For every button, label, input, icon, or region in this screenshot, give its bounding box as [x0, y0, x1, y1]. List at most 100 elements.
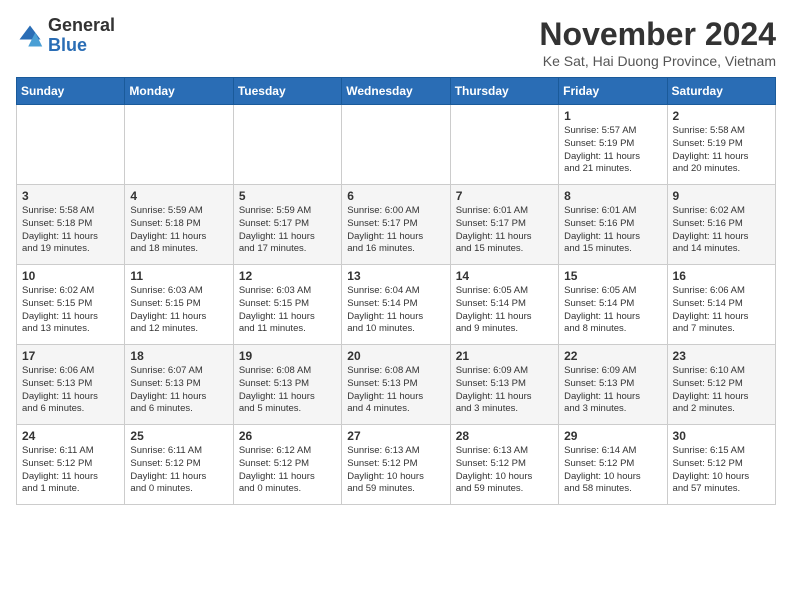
- logo-icon: [16, 22, 44, 50]
- calendar-cell: 26 Sunrise: 6:12 AM Sunset: 5:12 PM Dayli…: [233, 425, 341, 505]
- day-info: Sunrise: 6:14 AM Sunset: 5:12 PM Dayligh…: [564, 445, 661, 496]
- day-info: Sunrise: 6:15 AM Sunset: 5:12 PM Dayligh…: [673, 445, 770, 496]
- day-info: Sunrise: 6:12 AM Sunset: 5:12 PM Dayligh…: [239, 445, 336, 496]
- day-info: Sunrise: 6:03 AM Sunset: 5:15 PM Dayligh…: [130, 285, 227, 336]
- calendar-day-header: Monday: [125, 78, 233, 105]
- day-info: Sunrise: 6:02 AM Sunset: 5:16 PM Dayligh…: [673, 205, 770, 256]
- calendar-cell: 11 Sunrise: 6:03 AM Sunset: 5:15 PM Dayli…: [125, 265, 233, 345]
- calendar-cell: 27 Sunrise: 6:13 AM Sunset: 5:12 PM Dayli…: [342, 425, 450, 505]
- calendar-cell: 23Sunrise: 6:10 AM Sunset: 5:12 PM Dayli…: [667, 345, 775, 425]
- title-block: November 2024 Ke Sat, Hai Duong Province…: [539, 16, 776, 69]
- calendar-day-header: Wednesday: [342, 78, 450, 105]
- day-info: Sunrise: 6:13 AM Sunset: 5:12 PM Dayligh…: [456, 445, 553, 496]
- calendar-cell: 20 Sunrise: 6:08 AM Sunset: 5:13 PM Dayli…: [342, 345, 450, 425]
- day-info: Sunrise: 6:08 AM Sunset: 5:13 PM Dayligh…: [239, 365, 336, 416]
- calendar-cell: [450, 105, 558, 185]
- calendar-day-header: Friday: [559, 78, 667, 105]
- calendar-cell: 12 Sunrise: 6:03 AM Sunset: 5:15 PM Dayli…: [233, 265, 341, 345]
- calendar-cell: [233, 105, 341, 185]
- calendar-cell: 16Sunrise: 6:06 AM Sunset: 5:14 PM Dayli…: [667, 265, 775, 345]
- calendar-cell: 8 Sunrise: 6:01 AM Sunset: 5:16 PM Daylig…: [559, 185, 667, 265]
- calendar-cell: 5 Sunrise: 5:59 AM Sunset: 5:17 PM Daylig…: [233, 185, 341, 265]
- calendar-day-header: Sunday: [17, 78, 125, 105]
- logo-blue-text: Blue: [48, 35, 87, 55]
- calendar-cell: 19 Sunrise: 6:08 AM Sunset: 5:13 PM Dayli…: [233, 345, 341, 425]
- calendar-cell: 17 Sunrise: 6:06 AM Sunset: 5:13 PM Dayli…: [17, 345, 125, 425]
- calendar-cell: 4 Sunrise: 5:59 AM Sunset: 5:18 PM Daylig…: [125, 185, 233, 265]
- day-info: Sunrise: 6:04 AM Sunset: 5:14 PM Dayligh…: [347, 285, 444, 336]
- calendar-cell: 13 Sunrise: 6:04 AM Sunset: 5:14 PM Dayli…: [342, 265, 450, 345]
- calendar-week-row: 1Sunrise: 5:57 AM Sunset: 5:19 PM Daylig…: [17, 105, 776, 185]
- calendar-week-row: 10Sunrise: 6:02 AM Sunset: 5:15 PM Dayli…: [17, 265, 776, 345]
- day-info: Sunrise: 6:08 AM Sunset: 5:13 PM Dayligh…: [347, 365, 444, 416]
- day-number: 13: [347, 269, 444, 283]
- day-info: Sunrise: 5:57 AM Sunset: 5:19 PM Dayligh…: [564, 125, 661, 176]
- calendar-cell: 2 Sunrise: 5:58 AM Sunset: 5:19 PM Daylig…: [667, 105, 775, 185]
- day-info: Sunrise: 6:00 AM Sunset: 5:17 PM Dayligh…: [347, 205, 444, 256]
- calendar-cell: 22Sunrise: 6:09 AM Sunset: 5:13 PM Dayli…: [559, 345, 667, 425]
- day-info: Sunrise: 6:01 AM Sunset: 5:16 PM Dayligh…: [564, 205, 661, 256]
- logo: General Blue: [16, 16, 115, 56]
- calendar-week-row: 24 Sunrise: 6:11 AM Sunset: 5:12 PM Dayli…: [17, 425, 776, 505]
- calendar-cell: 14 Sunrise: 6:05 AM Sunset: 5:14 PM Dayli…: [450, 265, 558, 345]
- day-info: Sunrise: 6:05 AM Sunset: 5:14 PM Dayligh…: [456, 285, 553, 336]
- day-number: 2: [673, 109, 770, 123]
- calendar-cell: 9Sunrise: 6:02 AM Sunset: 5:16 PM Daylig…: [667, 185, 775, 265]
- calendar-cell: 29 Sunrise: 6:14 AM Sunset: 5:12 PM Dayli…: [559, 425, 667, 505]
- calendar-cell: 18Sunrise: 6:07 AM Sunset: 5:13 PM Dayli…: [125, 345, 233, 425]
- day-number: 20: [347, 349, 444, 363]
- calendar-cell: [125, 105, 233, 185]
- calendar-table: SundayMondayTuesdayWednesdayThursdayFrid…: [16, 77, 776, 505]
- day-info: Sunrise: 6:10 AM Sunset: 5:12 PM Dayligh…: [673, 365, 770, 416]
- calendar-week-row: 17 Sunrise: 6:06 AM Sunset: 5:13 PM Dayli…: [17, 345, 776, 425]
- day-number: 19: [239, 349, 336, 363]
- day-number: 15: [564, 269, 661, 283]
- calendar-cell: 1Sunrise: 5:57 AM Sunset: 5:19 PM Daylig…: [559, 105, 667, 185]
- calendar-day-header: Tuesday: [233, 78, 341, 105]
- calendar-week-row: 3Sunrise: 5:58 AM Sunset: 5:18 PM Daylig…: [17, 185, 776, 265]
- calendar-day-header: Saturday: [667, 78, 775, 105]
- day-number: 5: [239, 189, 336, 203]
- day-info: Sunrise: 6:09 AM Sunset: 5:13 PM Dayligh…: [564, 365, 661, 416]
- day-info: Sunrise: 5:59 AM Sunset: 5:17 PM Dayligh…: [239, 205, 336, 256]
- day-number: 29: [564, 429, 661, 443]
- day-number: 27: [347, 429, 444, 443]
- day-number: 8: [564, 189, 661, 203]
- calendar-cell: 28 Sunrise: 6:13 AM Sunset: 5:12 PM Dayli…: [450, 425, 558, 505]
- day-info: Sunrise: 5:58 AM Sunset: 5:19 PM Dayligh…: [673, 125, 770, 176]
- day-number: 14: [456, 269, 553, 283]
- calendar-cell: 10Sunrise: 6:02 AM Sunset: 5:15 PM Dayli…: [17, 265, 125, 345]
- day-info: Sunrise: 6:05 AM Sunset: 5:14 PM Dayligh…: [564, 285, 661, 336]
- location: Ke Sat, Hai Duong Province, Vietnam: [539, 53, 776, 69]
- day-info: Sunrise: 6:03 AM Sunset: 5:15 PM Dayligh…: [239, 285, 336, 336]
- day-info: Sunrise: 6:02 AM Sunset: 5:15 PM Dayligh…: [22, 285, 119, 336]
- day-info: Sunrise: 6:13 AM Sunset: 5:12 PM Dayligh…: [347, 445, 444, 496]
- calendar-cell: 21 Sunrise: 6:09 AM Sunset: 5:13 PM Dayli…: [450, 345, 558, 425]
- day-number: 4: [130, 189, 227, 203]
- day-info: Sunrise: 6:09 AM Sunset: 5:13 PM Dayligh…: [456, 365, 553, 416]
- calendar-cell: [342, 105, 450, 185]
- day-number: 11: [130, 269, 227, 283]
- day-info: Sunrise: 5:59 AM Sunset: 5:18 PM Dayligh…: [130, 205, 227, 256]
- day-number: 25: [130, 429, 227, 443]
- day-info: Sunrise: 6:11 AM Sunset: 5:12 PM Dayligh…: [130, 445, 227, 496]
- day-info: Sunrise: 6:06 AM Sunset: 5:13 PM Dayligh…: [22, 365, 119, 416]
- day-number: 7: [456, 189, 553, 203]
- day-number: 21: [456, 349, 553, 363]
- calendar-cell: [17, 105, 125, 185]
- day-number: 12: [239, 269, 336, 283]
- day-info: Sunrise: 6:11 AM Sunset: 5:12 PM Dayligh…: [22, 445, 119, 496]
- logo-general-text: General: [48, 15, 115, 35]
- calendar-cell: 24 Sunrise: 6:11 AM Sunset: 5:12 PM Dayli…: [17, 425, 125, 505]
- day-number: 16: [673, 269, 770, 283]
- calendar-day-header: Thursday: [450, 78, 558, 105]
- day-number: 28: [456, 429, 553, 443]
- day-info: Sunrise: 6:07 AM Sunset: 5:13 PM Dayligh…: [130, 365, 227, 416]
- day-number: 17: [22, 349, 119, 363]
- calendar-header-row: SundayMondayTuesdayWednesdayThursdayFrid…: [17, 78, 776, 105]
- day-number: 26: [239, 429, 336, 443]
- day-number: 24: [22, 429, 119, 443]
- calendar-cell: 6 Sunrise: 6:00 AM Sunset: 5:17 PM Daylig…: [342, 185, 450, 265]
- calendar-cell: 25 Sunrise: 6:11 AM Sunset: 5:12 PM Dayli…: [125, 425, 233, 505]
- day-number: 6: [347, 189, 444, 203]
